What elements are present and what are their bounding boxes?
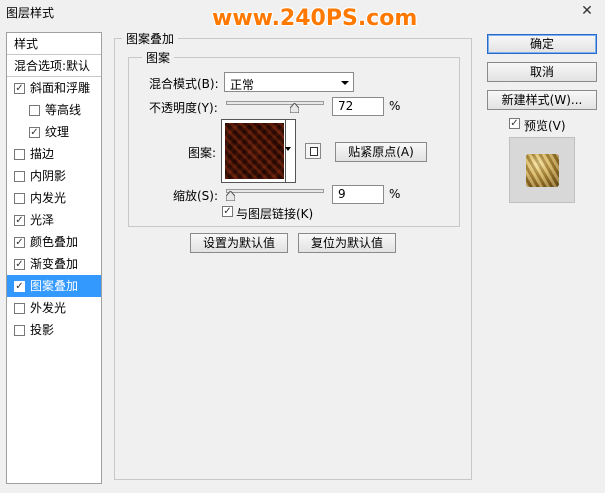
scale-label: 缩放(S): <box>173 189 219 203</box>
pattern-swatch <box>225 123 284 179</box>
style-item[interactable]: 等高线 <box>7 99 101 121</box>
style-item-checkbox[interactable] <box>29 105 40 116</box>
blending-options-item[interactable]: 混合选项:默认 <box>7 55 101 77</box>
opacity-unit: % <box>389 99 401 113</box>
style-item-label: 颜色叠加 <box>30 235 79 249</box>
preview-thumbnail <box>526 154 559 187</box>
style-item-label: 纹理 <box>45 125 70 139</box>
style-item-checkbox[interactable]: ✓ <box>14 281 25 292</box>
preview-checkbox[interactable]: ✓ <box>509 118 520 129</box>
style-item[interactable]: ✓ 纹理 <box>7 121 101 143</box>
link-with-layer-checkbox[interactable]: ✓ <box>222 206 233 217</box>
style-item-label: 内阴影 <box>30 169 67 183</box>
style-item[interactable]: ✓ 斜面和浮雕 <box>7 77 101 99</box>
style-item-label: 等高线 <box>45 103 82 117</box>
styles-header[interactable]: 样式 <box>7 33 101 55</box>
style-item-checkbox[interactable] <box>14 149 25 160</box>
blend-mode-select[interactable]: 正常 <box>224 72 354 92</box>
style-item-checkbox[interactable] <box>14 171 25 182</box>
window-title: 图层样式 <box>6 6 55 20</box>
style-item-label: 内发光 <box>30 191 67 205</box>
style-item[interactable]: ✓ 颜色叠加 <box>7 231 101 253</box>
style-item-label: 外发光 <box>30 301 67 315</box>
style-item-label: 斜面和浮雕 <box>30 81 91 95</box>
swatch-divider <box>285 120 286 182</box>
style-item[interactable]: 内发光 <box>7 187 101 209</box>
snap-to-origin-button[interactable]: 贴紧原点(A) <box>335 142 427 162</box>
opacity-input[interactable]: 72 <box>332 97 384 116</box>
style-item-checkbox[interactable] <box>14 325 25 336</box>
pattern-dropdown-icon[interactable] <box>285 147 291 151</box>
styles-list-panel: 样式 混合选项:默认 ✓ 斜面和浮雕 等高线 ✓ 纹理 描边 内阴影 内发光 ✓ 光泽 ✓ 颜色叠加 ✓… <box>6 32 102 484</box>
scale-slider-track[interactable] <box>226 189 324 193</box>
style-item-label: 渐变叠加 <box>30 257 79 271</box>
pattern-subgroup-title: 图案 <box>142 49 175 66</box>
style-item-label: 描边 <box>30 147 55 161</box>
style-item-checkbox[interactable]: ✓ <box>14 237 25 248</box>
ok-button[interactable]: 确定 <box>487 34 597 54</box>
pattern-label: 图案: <box>188 146 217 160</box>
new-style-button[interactable]: 新建样式(W)... <box>487 90 597 110</box>
cancel-button[interactable]: 取消 <box>487 62 597 82</box>
pattern-overlay-title: 图案叠加 <box>122 30 179 47</box>
make-default-button[interactable]: 设置为默认值 <box>190 233 288 253</box>
close-icon[interactable]: ✕ <box>574 2 600 20</box>
style-item[interactable]: ✓ 渐变叠加 <box>7 253 101 275</box>
style-item-checkbox[interactable]: ✓ <box>14 83 25 94</box>
style-item-checkbox[interactable] <box>14 303 25 314</box>
style-item[interactable]: ✓ 图案叠加 <box>7 275 101 297</box>
blend-mode-value: 正常 <box>230 78 255 92</box>
style-item-checkbox[interactable]: ✓ <box>14 215 25 226</box>
style-item[interactable]: 内阴影 <box>7 165 101 187</box>
pattern-picker[interactable] <box>221 119 296 183</box>
style-item-checkbox[interactable]: ✓ <box>29 127 40 138</box>
style-item[interactable]: 描边 <box>7 143 101 165</box>
style-item-label: 图案叠加 <box>30 279 79 293</box>
style-item[interactable]: 投影 <box>7 319 101 341</box>
style-item[interactable]: ✓ 光泽 <box>7 209 101 231</box>
style-item-checkbox[interactable]: ✓ <box>14 259 25 270</box>
watermark-logo: www.240PS.com <box>212 6 418 31</box>
new-preset-icon[interactable] <box>305 143 321 159</box>
style-item[interactable]: 外发光 <box>7 297 101 319</box>
scale-input[interactable]: 9 <box>332 185 384 204</box>
opacity-label: 不透明度(Y): <box>149 101 218 115</box>
blend-mode-label: 混合模式(B): <box>149 77 219 91</box>
style-item-label: 投影 <box>30 323 55 337</box>
scale-unit: % <box>389 187 401 201</box>
style-preview <box>509 137 575 203</box>
preview-label: 预览(V) <box>524 119 566 133</box>
link-with-layer-label: 与图层链接(K) <box>236 207 314 221</box>
style-item-label: 光泽 <box>30 213 55 227</box>
opacity-slider-thumb[interactable] <box>290 103 300 113</box>
title-bar: 图层样式 www.240PS.com ✕ <box>0 0 605 31</box>
style-item-checkbox[interactable] <box>14 193 25 204</box>
opacity-slider-track[interactable] <box>226 101 324 105</box>
chevron-down-icon <box>341 81 349 85</box>
scale-slider-thumb[interactable] <box>226 191 235 201</box>
reset-to-default-button[interactable]: 复位为默认值 <box>298 233 396 253</box>
